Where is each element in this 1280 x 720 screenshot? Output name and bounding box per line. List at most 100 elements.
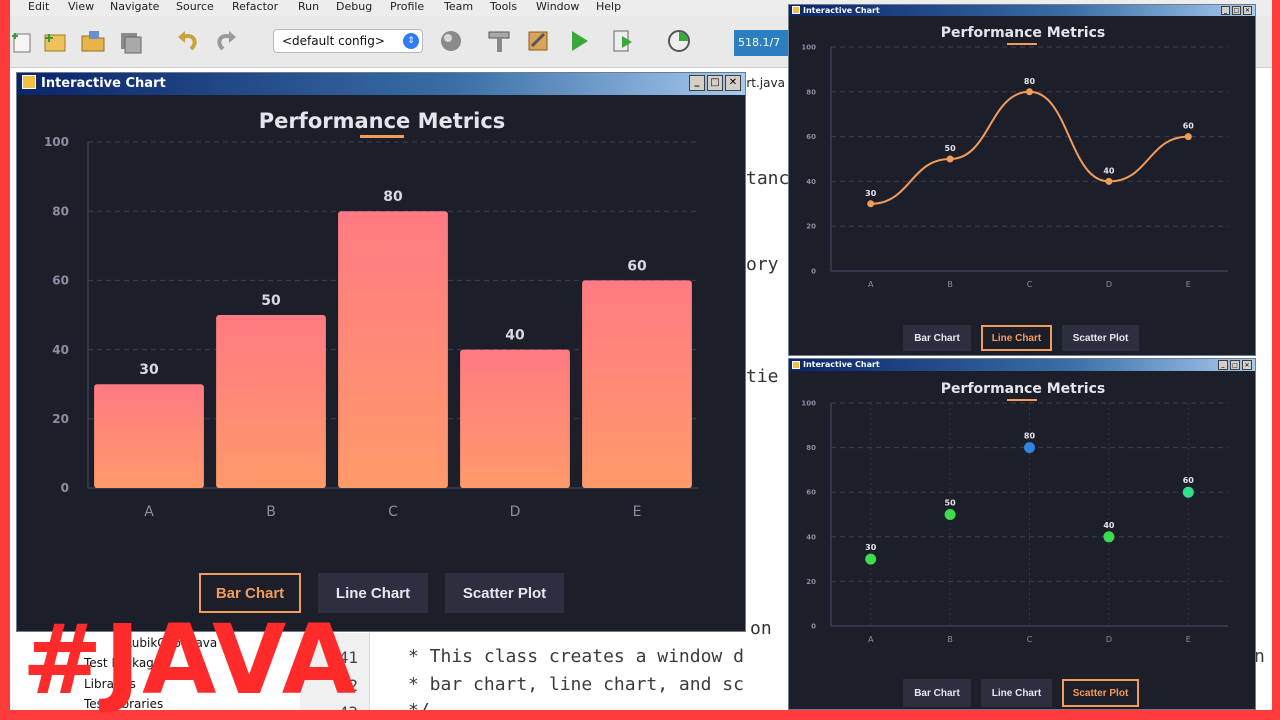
x-tick-label: A: [144, 504, 154, 520]
x-tick-label: B: [947, 280, 953, 289]
menu-view[interactable]: View: [68, 0, 94, 13]
data-label: 40: [1103, 521, 1115, 530]
chart-window-line: Interactive Chart _ □ ✕ Performance Metr…: [788, 4, 1256, 356]
code-fragment: tanc: [746, 168, 790, 189]
code-line: * bar chart, line chart, and sc: [408, 674, 744, 695]
data-label: 40: [1103, 166, 1115, 175]
memory-indicator[interactable]: 518.1/7: [734, 30, 794, 56]
y-tick-label: 60: [806, 133, 816, 141]
x-tick-label: B: [266, 504, 276, 520]
y-tick-label: 20: [52, 412, 69, 426]
menu-navigate[interactable]: Navigate: [110, 0, 159, 13]
data-label: 60: [1183, 122, 1195, 131]
debug-icon[interactable]: [610, 28, 636, 54]
bar: [582, 280, 692, 488]
x-tick-label: B: [947, 635, 953, 644]
data-point: [1182, 486, 1194, 498]
data-point: [867, 200, 875, 208]
bar: [460, 349, 570, 488]
bar-chart-button[interactable]: Bar Chart: [903, 679, 971, 707]
open-project-icon[interactable]: [80, 28, 106, 54]
data-label: 50: [945, 144, 957, 153]
menu-source[interactable]: Source: [176, 0, 214, 13]
menu-debug[interactable]: Debug: [336, 0, 372, 13]
line-chart-button[interactable]: Line Chart: [981, 325, 1052, 351]
y-tick-label: 20: [806, 223, 816, 231]
y-tick-label: 40: [52, 343, 69, 357]
data-label: 80: [383, 189, 403, 205]
code-fragment: on: [750, 618, 772, 639]
data-point: [1103, 531, 1115, 543]
chart-window-bar: Interactive Chart _ □ ✕ Performance Metr…: [16, 72, 746, 632]
new-project-icon[interactable]: [42, 28, 68, 54]
y-tick-label: 80: [806, 88, 816, 96]
menu-edit[interactable]: Edit: [28, 0, 49, 13]
data-point: [1105, 177, 1113, 185]
x-tick-label: C: [1027, 280, 1033, 289]
code-line: * This class creates a window d: [408, 646, 744, 667]
x-tick-label: E: [1186, 280, 1191, 289]
menu-refactor[interactable]: Refactor: [232, 0, 278, 13]
y-tick-label: 80: [806, 444, 816, 452]
data-point: [1024, 442, 1035, 454]
code-line: */: [408, 700, 430, 710]
x-tick-label: D: [1106, 635, 1112, 644]
scatter-plot-button[interactable]: Scatter Plot: [1062, 679, 1139, 707]
y-tick-label: 100: [801, 399, 816, 407]
x-tick-label: D: [510, 504, 521, 520]
save-all-icon[interactable]: [118, 28, 144, 54]
data-label: 50: [945, 499, 957, 508]
data-label: 30: [865, 543, 877, 552]
x-tick-label: A: [868, 280, 874, 289]
data-point: [865, 553, 877, 565]
config-select[interactable]: <default config> ⇕: [273, 29, 423, 53]
y-tick-label: 60: [52, 274, 69, 288]
bar: [94, 384, 204, 488]
x-tick-label: E: [633, 504, 642, 520]
line-chart: 0 20 40 60 80 100 A B C D E 30 50 80 40 60: [801, 43, 1228, 289]
data-label: 80: [1024, 432, 1036, 441]
menu-profile[interactable]: Profile: [390, 0, 424, 13]
menu-team[interactable]: Team: [444, 0, 473, 13]
x-tick-label: C: [388, 504, 398, 520]
y-tick-label: 80: [52, 204, 69, 218]
line-chart-button[interactable]: Line Chart: [981, 679, 1052, 707]
java-hashtag-overlay: #JAVA: [22, 604, 359, 716]
globe-icon[interactable]: [438, 28, 464, 54]
x-tick-label: D: [1106, 280, 1112, 289]
bar: [216, 315, 326, 488]
y-tick-label: 0: [61, 481, 69, 495]
x-tick-label: E: [1186, 635, 1191, 644]
menu-help[interactable]: Help: [596, 0, 621, 13]
redo-icon[interactable]: [213, 28, 239, 54]
chart-window-scatter: Interactive Chart _ □ ✕ Performance Metr…: [788, 358, 1256, 710]
code-fragment: tie: [746, 366, 779, 387]
undo-icon[interactable]: [175, 28, 201, 54]
bar-chart-button[interactable]: Bar Chart: [903, 325, 971, 351]
menu-tools[interactable]: Tools: [490, 0, 517, 13]
data-label: 30: [139, 362, 159, 378]
x-tick-label: C: [1027, 635, 1033, 644]
menu-run[interactable]: Run: [298, 0, 319, 13]
scatter-plot-button[interactable]: Scatter Plot: [1062, 325, 1139, 351]
y-tick-label: 40: [806, 533, 816, 541]
y-tick-label: 0: [811, 267, 816, 275]
data-label: 80: [1024, 77, 1036, 86]
y-tick-label: 60: [806, 489, 816, 497]
data-point: [1026, 88, 1033, 96]
profile-icon[interactable]: [666, 28, 692, 54]
chevron-down-icon: ⇕: [403, 33, 419, 49]
data-label: 30: [865, 189, 877, 198]
clean-build-icon[interactable]: [526, 28, 552, 54]
menu-window[interactable]: Window: [536, 0, 579, 13]
data-point: [1184, 133, 1192, 141]
run-icon[interactable]: [566, 28, 592, 54]
y-tick-label: 100: [801, 43, 816, 51]
scatter-plot: 0 20 40 60 80 100 A B C D E 30 50 80 40 60: [801, 399, 1228, 644]
new-file-icon[interactable]: [10, 28, 36, 54]
scatter-plot-button[interactable]: Scatter Plot: [445, 573, 564, 613]
bar-chart: 0 20 40 60 80 100 A B C D E 30 50 80 40 60: [44, 135, 698, 520]
code-fragment: ory: [746, 254, 779, 275]
data-label: 60: [1183, 476, 1195, 485]
build-hammer-icon[interactable]: [486, 28, 512, 54]
